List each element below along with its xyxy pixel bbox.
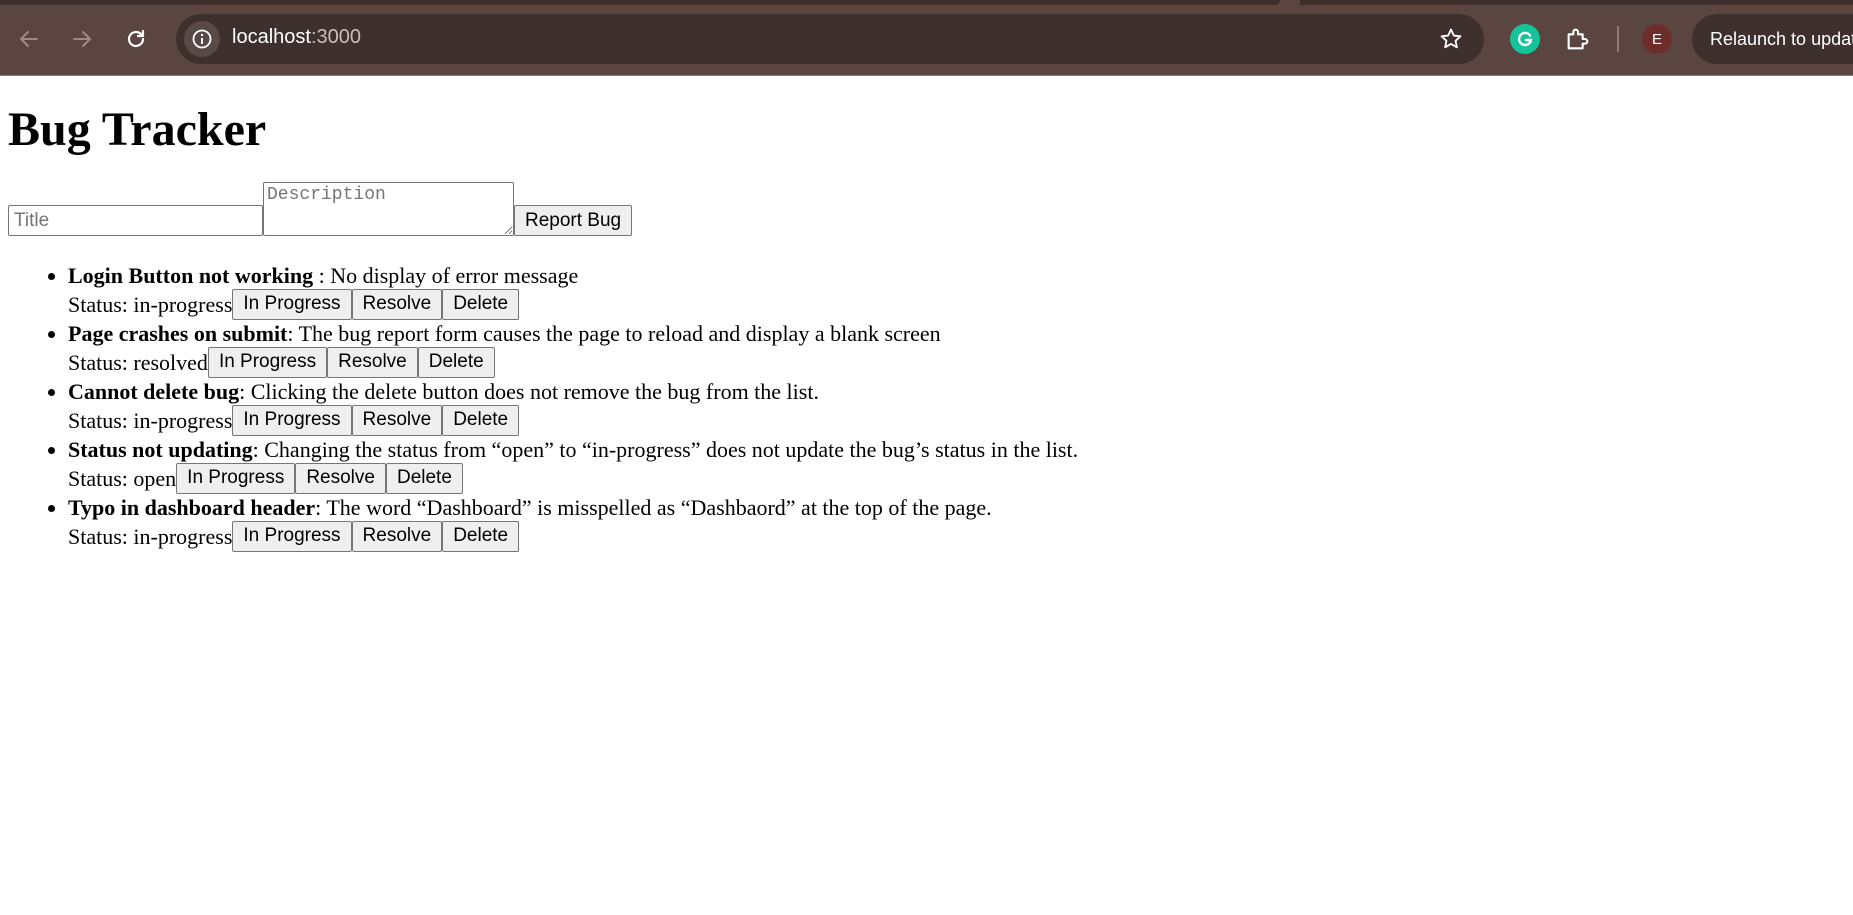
bug-item: Status not updating: Changing the status… xyxy=(68,435,1845,494)
bug-description: : Changing the status from “open” to “in… xyxy=(252,437,1079,462)
report-bug-form: Report Bug xyxy=(8,182,1845,236)
bug-description: : No display of error message xyxy=(318,263,579,288)
bug-title: Login Button not working xyxy=(68,263,319,288)
url-host: localhost xyxy=(232,26,311,48)
status-prefix: Status: xyxy=(68,523,134,549)
bug-summary: Page crashes on submit: The bug report f… xyxy=(68,319,1845,348)
delete-button[interactable]: Delete xyxy=(442,288,520,320)
description-input[interactable] xyxy=(263,182,514,236)
bug-status-row: Status: in-progress In Progress Resolve Del… xyxy=(68,288,1845,320)
status-value: in-progress xyxy=(133,291,233,317)
in-progress-button[interactable]: In Progress xyxy=(176,462,296,494)
delete-button[interactable]: Delete xyxy=(385,462,463,494)
bookmark-button[interactable] xyxy=(1438,26,1464,52)
tab-strip xyxy=(0,0,1280,5)
bug-item: Cannot delete bug: Clicking the delete b… xyxy=(68,377,1845,436)
relaunch-button[interactable]: Relaunch to update xyxy=(1692,14,1853,64)
bug-summary: Status not updating: Changing the status… xyxy=(68,435,1845,464)
bug-status-row: Status: open In Progress Resolve Delete xyxy=(68,462,1845,494)
site-info-button[interactable] xyxy=(184,21,220,57)
bug-status-row: Status: in-progress In Progress Resolve Del… xyxy=(68,404,1845,436)
resolve-button[interactable]: Resolve xyxy=(327,346,418,378)
page-title: Bug Tracker xyxy=(8,103,267,156)
extensions-button[interactable] xyxy=(1563,24,1593,54)
url-port: :3000 xyxy=(310,26,361,48)
page-content: Bug Tracker Report Bug Login Button not … xyxy=(0,76,1853,915)
arrow-right-icon xyxy=(73,31,91,47)
browser-toolbar: localhost:3000 E Relaunch to update xyxy=(0,0,1853,76)
status-prefix: Status: xyxy=(68,291,134,317)
status-value: resolved xyxy=(133,349,208,375)
status-value: in-progress xyxy=(133,407,233,433)
info-icon xyxy=(192,29,212,49)
grammarly-extension-icon[interactable] xyxy=(1510,24,1540,54)
bug-status-row: Status: resolved In Progress Resolve Delete xyxy=(68,346,1845,378)
resolve-button[interactable]: Resolve xyxy=(295,462,386,494)
status-value: open xyxy=(133,465,177,491)
address-bar[interactable]: localhost:3000 xyxy=(176,14,1484,64)
bug-description: : Clicking the delete button does not re… xyxy=(239,379,819,404)
in-progress-button[interactable]: In Progress xyxy=(232,404,352,436)
delete-button[interactable]: Delete xyxy=(442,404,520,436)
tab-strip-right xyxy=(1300,0,1853,5)
grammarly-g-icon xyxy=(1517,31,1533,47)
puzzle-icon xyxy=(1567,28,1589,50)
bug-description: : The bug report form causes the page to… xyxy=(287,321,941,346)
bug-item: Login Button not working : No display of… xyxy=(68,261,1845,320)
resolve-button[interactable]: Resolve xyxy=(351,520,443,552)
bug-summary: Cannot delete bug: Clicking the delete b… xyxy=(68,377,1845,406)
resolve-button[interactable]: Resolve xyxy=(351,288,443,320)
status-value: in-progress xyxy=(133,523,233,549)
star-icon xyxy=(1440,28,1462,49)
bug-list: Login Button not working : No display of… xyxy=(8,261,1845,552)
reload-button[interactable] xyxy=(117,20,155,58)
bug-item: Typo in dashboard header: The word “Dash… xyxy=(68,493,1845,552)
in-progress-button[interactable]: In Progress xyxy=(207,346,328,378)
bug-summary: Login Button not working : No display of… xyxy=(68,261,1845,290)
bug-summary: Typo in dashboard header: The word “Dash… xyxy=(68,493,1845,522)
in-progress-button[interactable]: In Progress xyxy=(232,520,352,552)
in-progress-button[interactable]: In Progress xyxy=(232,288,352,320)
bug-description: : The word “Dashboard” is misspelled as … xyxy=(315,495,992,520)
arrow-left-icon xyxy=(20,31,38,47)
bug-title: Typo in dashboard header xyxy=(68,495,316,520)
report-bug-button[interactable]: Report Bug xyxy=(514,205,633,236)
toolbar-divider xyxy=(1617,26,1619,52)
bug-title: Page crashes on submit xyxy=(68,321,288,346)
status-prefix: Status: xyxy=(68,407,134,433)
status-prefix: Status: xyxy=(68,465,134,491)
bug-title: Cannot delete bug xyxy=(68,379,240,404)
status-prefix: Status: xyxy=(68,349,134,375)
profile-avatar[interactable]: E xyxy=(1642,24,1672,54)
bug-item: Page crashes on submit: The bug report f… xyxy=(68,319,1845,378)
resolve-button[interactable]: Resolve xyxy=(351,404,443,436)
forward-button[interactable] xyxy=(63,20,101,58)
bug-status-row: Status: in-progress In Progress Resolve Del… xyxy=(68,520,1845,552)
delete-button[interactable]: Delete xyxy=(442,520,520,552)
bug-title: Status not updating xyxy=(68,437,253,462)
delete-button[interactable]: Delete xyxy=(417,346,495,378)
title-input[interactable] xyxy=(8,205,263,236)
reload-icon xyxy=(127,29,145,48)
url-text[interactable]: localhost:3000 xyxy=(232,26,361,49)
back-button[interactable] xyxy=(10,20,48,58)
